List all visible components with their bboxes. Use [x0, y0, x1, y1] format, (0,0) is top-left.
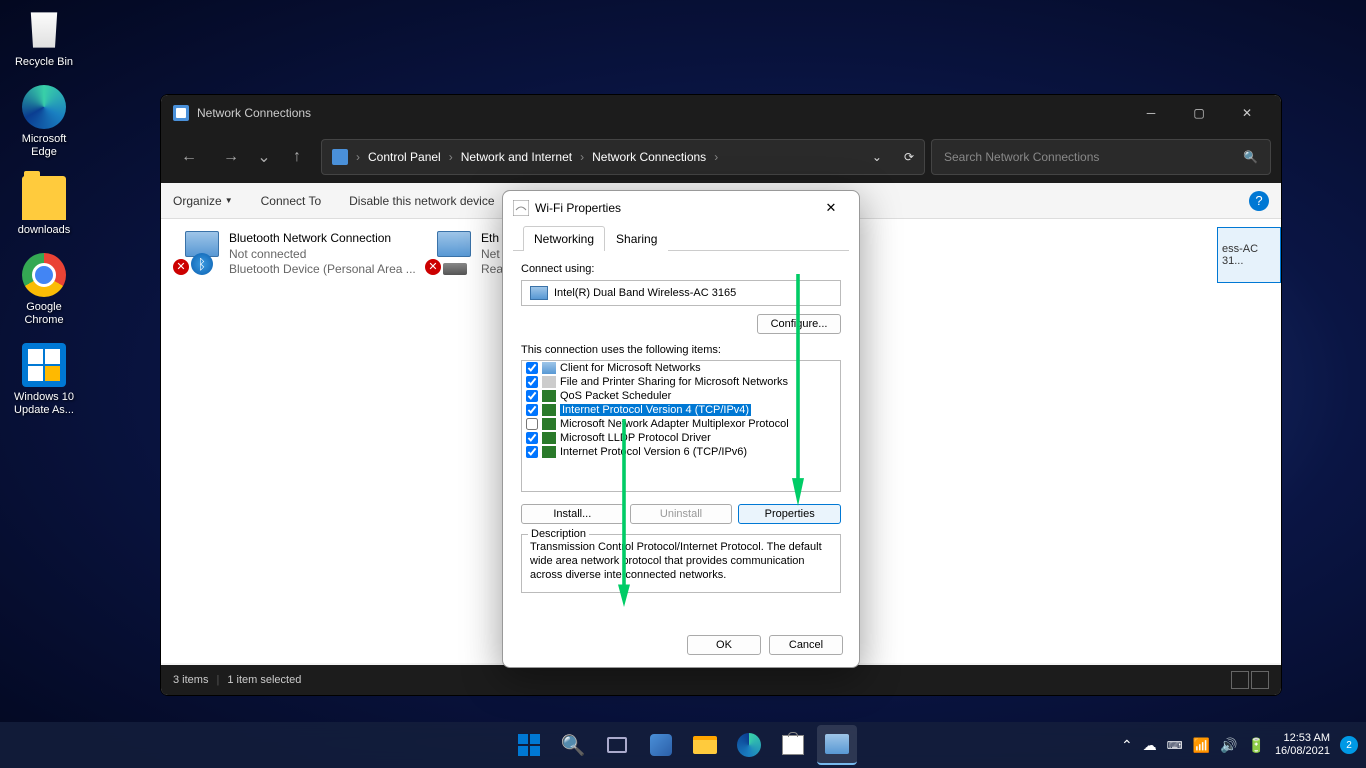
volume-icon[interactable]: 🔊 — [1220, 737, 1237, 754]
description-label: Description — [528, 528, 589, 540]
adapter-selector[interactable]: Intel(R) Dual Band Wireless-AC 3165 — [521, 280, 841, 306]
battery-icon[interactable]: 🔋 — [1248, 737, 1265, 754]
tray-overflow-icon[interactable]: ⌃ — [1121, 737, 1133, 754]
start-button[interactable] — [509, 725, 549, 765]
taskbar-explorer[interactable] — [685, 725, 725, 765]
nav-recent-dropdown[interactable]: ⌄ — [255, 139, 273, 175]
items-list-label: This connection uses the following items… — [521, 344, 841, 356]
wifi-icon — [513, 200, 529, 216]
protocol-checkbox[interactable] — [526, 432, 538, 444]
protocol-checkbox[interactable] — [526, 418, 538, 430]
protocol-checkbox[interactable] — [526, 446, 538, 458]
protocol-label: Client for Microsoft Networks — [560, 362, 701, 374]
protocol-item-6[interactable]: Internet Protocol Version 6 (TCP/IPv6) — [522, 445, 840, 459]
help-button[interactable]: ? — [1249, 191, 1269, 211]
organize-menu[interactable]: Organize ▼ — [173, 194, 233, 208]
desktop-icon-update-assist[interactable]: Windows 10 Update As... — [8, 343, 80, 417]
wifi-tray-icon[interactable]: 📶 — [1193, 737, 1210, 754]
protocol-checkbox[interactable] — [526, 362, 538, 374]
protocol-item-5[interactable]: Microsoft LLDP Protocol Driver — [522, 431, 840, 445]
protocol-icon — [542, 376, 556, 388]
status-selected-count: 1 item selected — [227, 674, 301, 686]
window-title: Network Connections — [197, 106, 311, 120]
protocol-checkbox[interactable] — [526, 390, 538, 402]
dialog-title: Wi-Fi Properties — [535, 201, 621, 215]
protocol-label: File and Printer Sharing for Microsoft N… — [560, 376, 788, 388]
desktop-icon-recycle-bin[interactable]: Recycle Bin — [8, 8, 80, 69]
taskbar-clock[interactable]: 12:53 AM 16/08/2021 — [1275, 732, 1330, 758]
taskbar-search-button[interactable]: 🔍 — [553, 725, 593, 765]
ethernet-connection-icon: ✕ — [425, 231, 473, 275]
install-button[interactable]: Install... — [521, 504, 624, 524]
minimize-button[interactable]: ─ — [1129, 98, 1173, 128]
notification-badge[interactable]: 2 — [1340, 736, 1358, 754]
search-icon: 🔍 — [1243, 150, 1258, 164]
protocol-item-3[interactable]: Internet Protocol Version 4 (TCP/IPv4) — [522, 403, 840, 417]
configure-button[interactable]: Configure... — [757, 314, 841, 334]
connection-wifi-selected[interactable]: ess-AC 31... — [1217, 227, 1281, 283]
protocol-item-4[interactable]: Microsoft Network Adapter Multiplexor Pr… — [522, 417, 840, 431]
connection-bluetooth[interactable]: ✕ᛒ Bluetooth Network Connection Not conn… — [169, 227, 417, 655]
location-icon — [332, 149, 348, 165]
connection-items-list[interactable]: Client for Microsoft Networks File and Pr… — [521, 360, 841, 492]
cancel-button[interactable]: Cancel — [769, 635, 843, 655]
maximize-button[interactable]: ▢ — [1177, 98, 1221, 128]
disable-device-button[interactable]: Disable this network device — [349, 194, 494, 208]
uninstall-button[interactable]: Uninstall — [630, 504, 733, 524]
ok-button[interactable]: OK — [687, 635, 761, 655]
nav-forward-button[interactable]: → — [213, 139, 249, 175]
protocol-label: Internet Protocol Version 6 (TCP/IPv6) — [560, 446, 747, 458]
large-view-icon[interactable] — [1251, 671, 1269, 689]
protocol-label: Microsoft Network Adapter Multiplexor Pr… — [560, 418, 789, 430]
protocol-icon — [542, 418, 556, 430]
network-adapter-icon — [530, 286, 548, 300]
details-view-icon[interactable] — [1231, 671, 1249, 689]
protocol-icon — [542, 362, 556, 374]
address-bar[interactable]: › Control Panel › Network and Internet ›… — [321, 139, 925, 175]
taskbar-store[interactable] — [773, 725, 813, 765]
search-input[interactable]: Search Network Connections 🔍 — [931, 139, 1271, 175]
protocol-label: QoS Packet Scheduler — [560, 390, 671, 402]
nav-up-button[interactable]: ↑ — [279, 139, 315, 175]
protocol-label: Microsoft LLDP Protocol Driver — [560, 432, 711, 444]
connection-ethernet[interactable]: ✕ Eth Net Rea — [421, 227, 509, 655]
protocol-label: Internet Protocol Version 4 (TCP/IPv4) — [560, 404, 751, 416]
protocol-icon — [542, 404, 556, 416]
taskbar: 🔍 ⌃ ☁ ⌨ 📶 🔊 🔋 12:53 AM 16/08/2021 2 — [0, 722, 1366, 768]
taskbar-edge[interactable] — [729, 725, 769, 765]
desktop-icon-chrome[interactable]: Google Chrome — [8, 253, 80, 327]
close-button[interactable]: ✕ — [1225, 98, 1269, 128]
control-panel-icon — [173, 105, 189, 121]
protocol-icon — [542, 446, 556, 458]
description-text: Transmission Control Protocol/Internet P… — [530, 541, 832, 582]
task-view-button[interactable] — [597, 725, 637, 765]
tab-networking[interactable]: Networking — [523, 226, 605, 251]
properties-button[interactable]: Properties — [738, 504, 841, 524]
taskbar-control-panel[interactable] — [817, 725, 857, 765]
connect-using-label: Connect using: — [521, 263, 841, 275]
bluetooth-connection-icon: ✕ᛒ — [173, 231, 221, 275]
protocol-checkbox[interactable] — [526, 376, 538, 388]
protocol-item-0[interactable]: Client for Microsoft Networks — [522, 361, 840, 375]
connect-to-button[interactable]: Connect To — [261, 194, 322, 208]
desktop-icon-edge[interactable]: Microsoft Edge — [8, 85, 80, 159]
protocol-checkbox[interactable] — [526, 404, 538, 416]
nav-back-button[interactable]: ← — [171, 139, 207, 175]
protocol-icon — [542, 390, 556, 402]
protocol-item-2[interactable]: QoS Packet Scheduler — [522, 389, 840, 403]
wifi-properties-dialog: Wi-Fi Properties ✕ Networking Sharing Co… — [502, 190, 860, 668]
dialog-close-button[interactable]: ✕ — [813, 194, 849, 222]
protocol-icon — [542, 432, 556, 444]
widgets-button[interactable] — [641, 725, 681, 765]
status-item-count: 3 items — [173, 674, 208, 686]
onedrive-icon[interactable]: ☁ — [1143, 737, 1157, 754]
keyboard-layout-icon[interactable]: ⌨ — [1167, 739, 1183, 752]
desktop-icon-downloads[interactable]: downloads — [8, 176, 80, 237]
protocol-item-1[interactable]: File and Printer Sharing for Microsoft N… — [522, 375, 840, 389]
tab-sharing[interactable]: Sharing — [605, 226, 668, 251]
